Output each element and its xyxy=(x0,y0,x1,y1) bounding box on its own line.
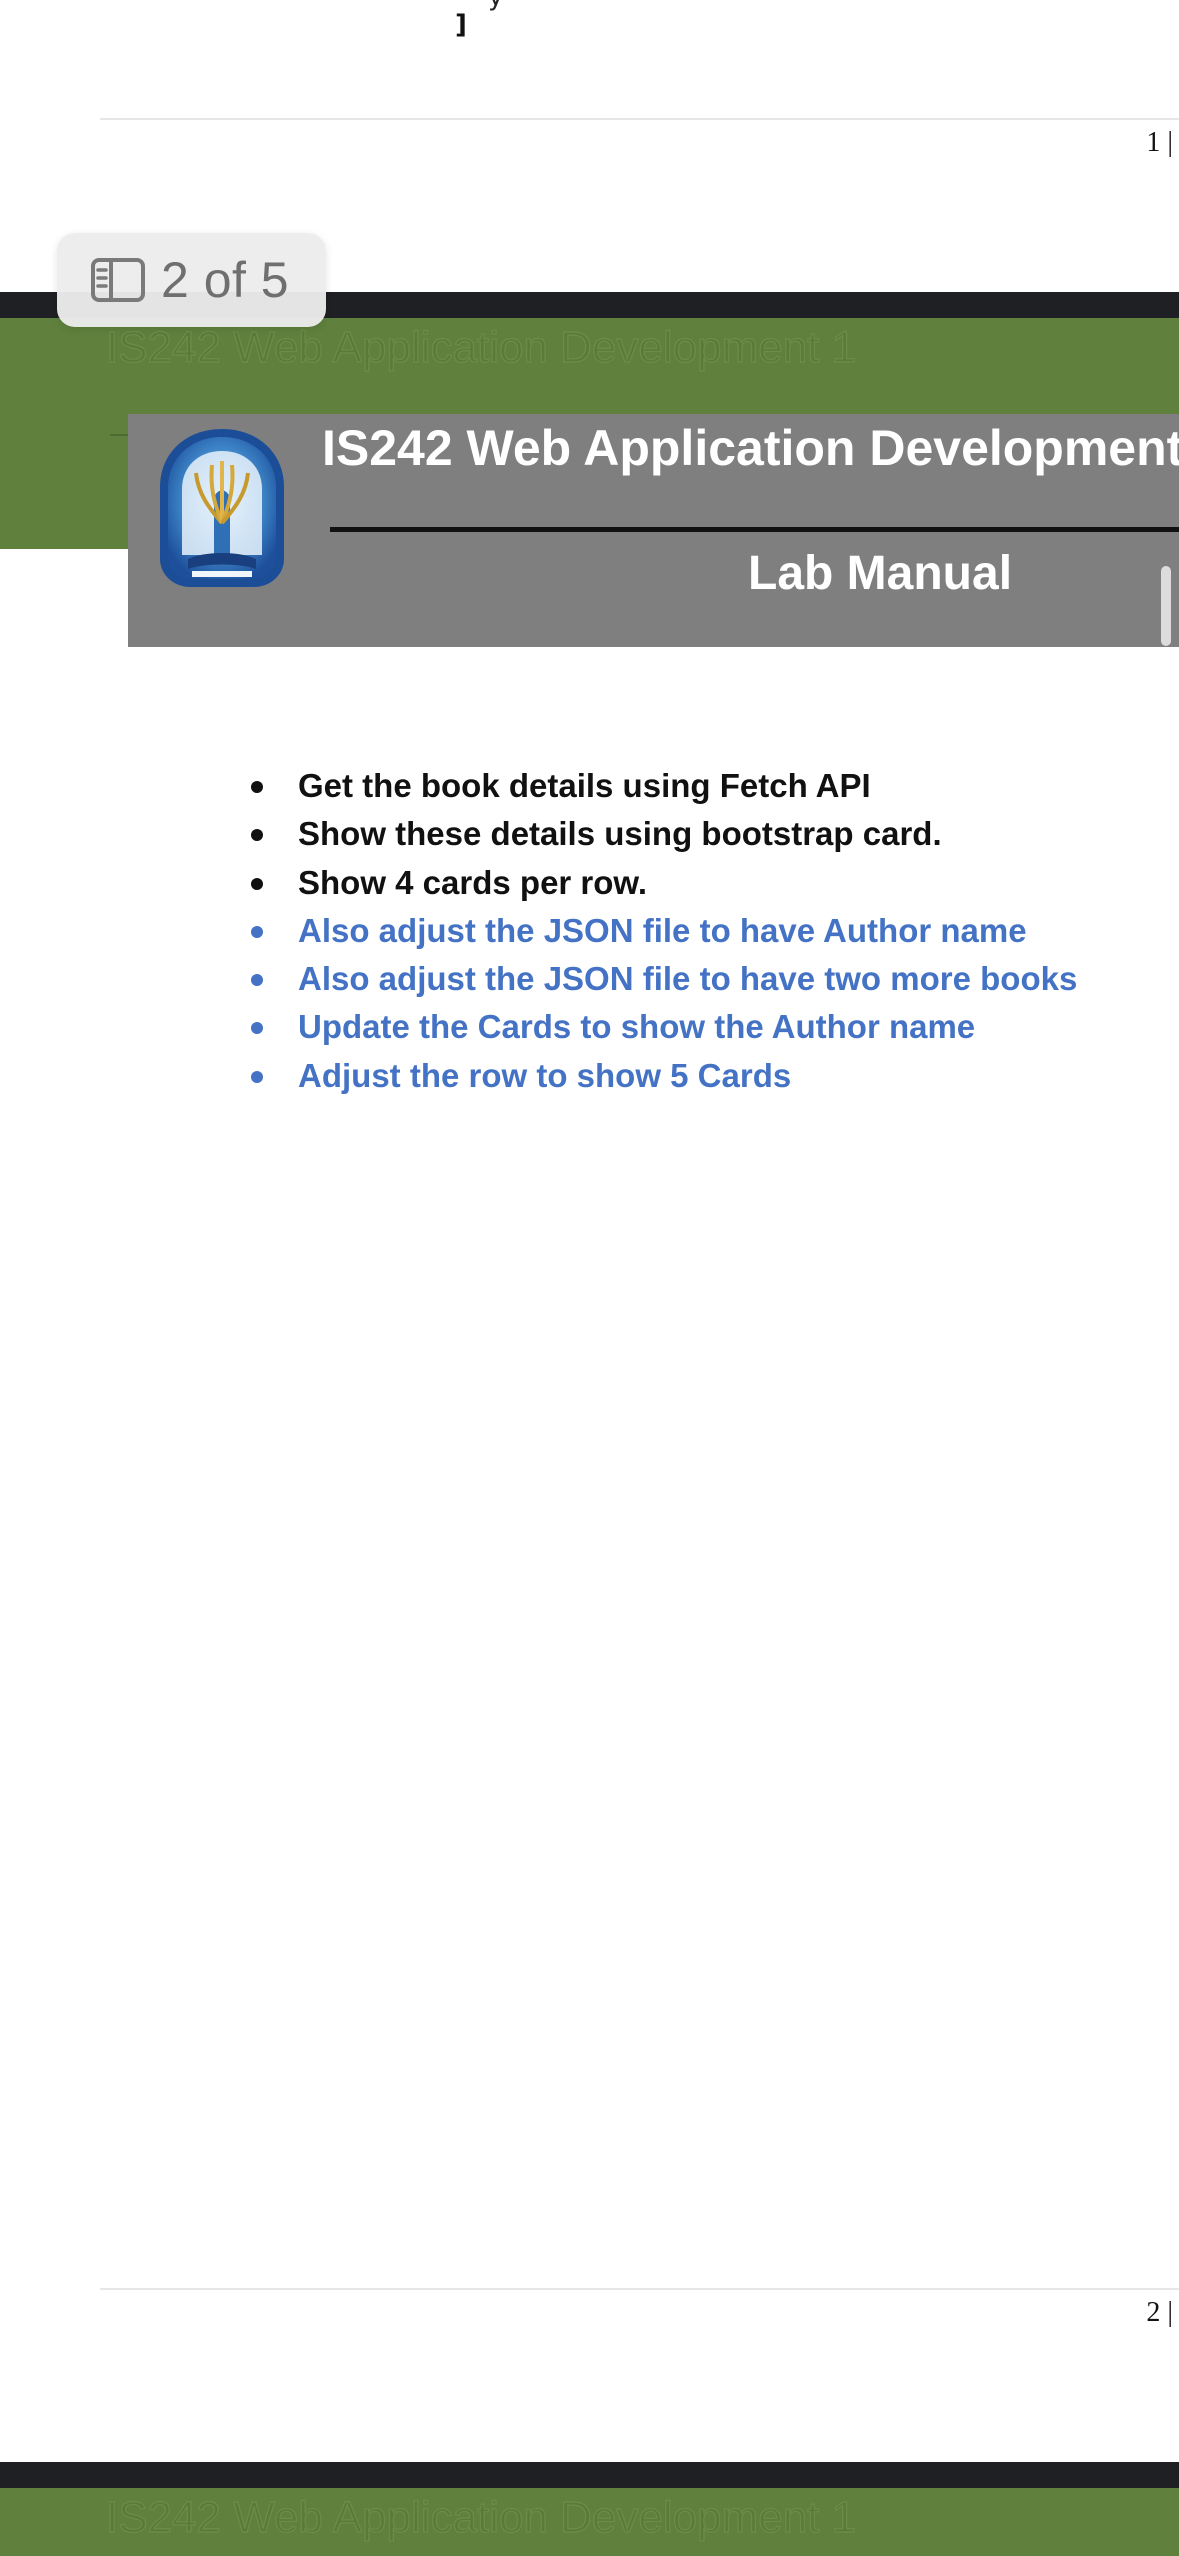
page-counter-label: 2 of 5 xyxy=(161,252,290,308)
bullet-icon xyxy=(251,974,263,987)
bullet-icon xyxy=(251,781,263,793)
lab-manual-subtitle: Lab Manual xyxy=(748,547,1013,600)
bullet-icon xyxy=(251,877,263,890)
course-title: IS242 Web Application Development 1 xyxy=(322,420,1179,476)
page-separator xyxy=(0,2462,1179,2488)
list-item-text: Get the book details using Fetch API xyxy=(298,767,871,804)
list-item: Also adjust the JSON file to have two mo… xyxy=(248,955,1077,1003)
header-green-mark xyxy=(110,434,128,436)
list-item-text: Also adjust the JSON file to have Author… xyxy=(298,911,1027,949)
previous-page-text-fragment: ] xyxy=(455,10,467,40)
sidebar-icon[interactable] xyxy=(91,258,145,302)
bullet-icon xyxy=(251,829,263,842)
header-scrollbar[interactable] xyxy=(1161,566,1171,646)
list-item: Also adjust the JSON file to have Author… xyxy=(248,907,1077,955)
list-item: Show these details using bootstrap card. xyxy=(248,810,1077,858)
previous-page-footer-rule xyxy=(100,118,1179,120)
page-number: 2 | xyxy=(1146,2297,1173,2328)
list-item-text: Adjust the row to show 5 Cards xyxy=(298,1056,792,1094)
lab-manual-header: IS242 Web Application Development 1 Lab … xyxy=(128,414,1179,647)
previous-page-text-fragment-top: y xyxy=(488,0,503,12)
list-item: Update the Cards to show the Author name xyxy=(248,1003,1077,1051)
list-item-text: Show 4 cards per row. xyxy=(298,863,648,901)
next-page-ghost-title: IS242 Web Application Development 1 xyxy=(105,2492,857,2542)
list-item: Get the book details using Fetch API xyxy=(248,762,1077,810)
bullet-icon xyxy=(251,1070,263,1083)
list-item: Show 4 cards per row. xyxy=(248,859,1077,907)
bullet-icon xyxy=(251,1022,263,1035)
page-counter[interactable]: 2 of 5 xyxy=(57,233,326,327)
header-ghost-title: IS242 Web Application Development 1 xyxy=(105,322,857,372)
bullet-icon xyxy=(251,925,263,938)
list-item-text: Update the Cards to show the Author name xyxy=(298,1008,976,1046)
header-divider xyxy=(330,527,1179,532)
list-item: Adjust the row to show 5 Cards xyxy=(248,1052,1077,1100)
university-emblem-icon xyxy=(160,429,284,587)
list-item-text: Also adjust the JSON file to have two mo… xyxy=(298,960,1078,998)
page-footer-rule xyxy=(100,2288,1179,2290)
previous-page-number: 1 | xyxy=(1146,127,1173,158)
list-item-text: Show these details using bootstrap card. xyxy=(298,815,942,853)
task-list: Get the book details using Fetch API Sho… xyxy=(248,762,1077,1100)
